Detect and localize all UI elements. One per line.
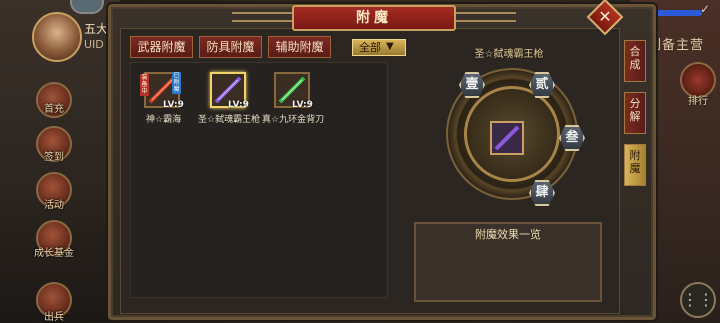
side-menu-label: 签到 — [44, 152, 64, 163]
side-menu-label: 成长基金 — [34, 248, 74, 259]
title-ornament-right — [456, 12, 516, 22]
chevron-down-icon[interactable]: ▼ — [386, 41, 394, 52]
item-name: 圣☆弑魂霸王枪 — [198, 115, 261, 125]
player-name: 五大 — [84, 22, 109, 36]
panel-title: 附魔 — [292, 5, 456, 31]
player-avatar[interactable] — [32, 12, 82, 62]
ranking-label: 排行 — [688, 96, 708, 107]
camp-title: 刘备主营 — [648, 38, 705, 53]
tab-enchant[interactable]: 附魔 — [624, 144, 646, 186]
equipped-badge: 装备中 — [140, 74, 149, 96]
item-name: 神☆霸海 — [146, 115, 182, 125]
item-name: 真☆九环金背刀 — [262, 115, 325, 125]
selected-weapon-slot[interactable] — [490, 121, 524, 155]
enchant-effect-title: 附魔效果一览 — [475, 228, 541, 241]
tab-weapon-enchant[interactable]: 武器附魔 — [130, 36, 193, 58]
side-menu-label: 出兵 — [44, 312, 64, 323]
tab-synthesize[interactable]: 合成 — [624, 40, 646, 82]
tab-armor-enchant[interactable]: 防具附魔 — [199, 36, 262, 58]
tab-decompose[interactable]: 分解 — [624, 92, 646, 134]
tab-accessory-enchant[interactable]: 辅助附魔 — [268, 36, 331, 58]
menu-icon[interactable]: ⋮⋮ — [680, 282, 716, 318]
filter-dropdown[interactable]: 全部 — [352, 39, 406, 56]
item-level: LV:9 — [163, 100, 184, 110]
side-menu-label: 首充 — [44, 104, 64, 115]
item-level: LV:9 — [292, 100, 313, 110]
enchanted-badge: 已附魔 — [172, 72, 181, 94]
title-ornament-left — [232, 12, 292, 22]
spear-icon — [494, 125, 520, 151]
check-icon: ✓ — [700, 2, 711, 16]
selected-weapon-title: 圣☆弑魂霸王枪 — [474, 49, 544, 60]
item-level: LV:9 — [228, 100, 249, 110]
close-icon[interactable]: ✕ — [592, 4, 618, 30]
side-menu-label: 活动 — [44, 200, 64, 211]
